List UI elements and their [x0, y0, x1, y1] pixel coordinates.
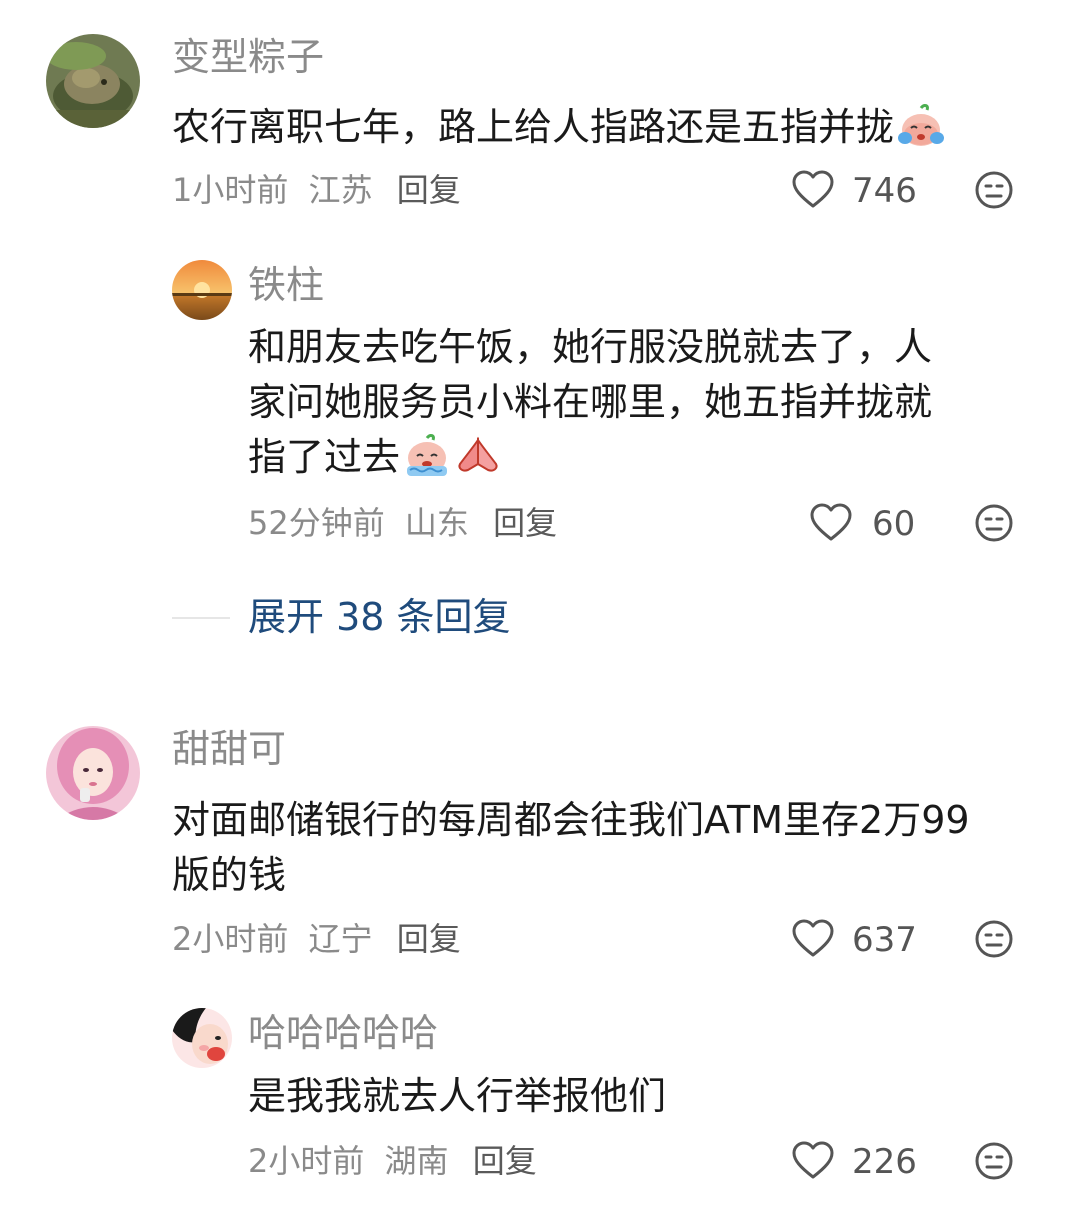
avatar[interactable]: [172, 1008, 232, 1068]
reply-text: 是我我就去人行举报他们: [248, 1074, 667, 1118]
like-count: 226: [852, 1142, 917, 1182]
heart-outline-icon[interactable]: [792, 1141, 834, 1185]
reply-location: 湖南: [384, 1142, 449, 1180]
reply-button[interactable]: 回复: [493, 504, 557, 542]
comment-time: 2小时前: [172, 920, 289, 958]
reply-button[interactable]: 回复: [473, 1142, 537, 1180]
neutral-face-icon[interactable]: [974, 919, 1014, 963]
comment-text-line: 版的钱: [172, 853, 287, 897]
username[interactable]: 变型粽子: [172, 38, 324, 76]
reply-meta: 52分钟前 山东 回复: [248, 507, 557, 539]
comment-text: 对面邮储银行的每周都会往我们ATM里存2万99 版的钱: [172, 793, 970, 903]
neutral-face-icon[interactable]: [974, 1141, 1014, 1185]
heart-outline-icon[interactable]: [792, 170, 834, 214]
expand-divider: [172, 617, 230, 619]
reply-time: 2小时前: [248, 1142, 365, 1180]
reply-text-line: 和朋友去吃午饭，她行服没脱就去了，人: [248, 325, 933, 369]
username[interactable]: 哈哈哈哈哈: [248, 1014, 438, 1052]
praying-hands-emoji-icon: [454, 434, 502, 493]
sobbing-peach-emoji-icon: [402, 434, 452, 493]
comment-text-body: 农行离职七年，路上给人指路还是五指并拢: [172, 105, 895, 149]
username[interactable]: 铁柱: [248, 266, 324, 304]
like-count: 60: [872, 504, 916, 544]
username[interactable]: 甜甜可: [172, 730, 286, 768]
neutral-face-icon[interactable]: [974, 503, 1014, 547]
reply-meta: 2小时前 湖南 回复: [248, 1145, 537, 1177]
reply-text-line: 家问她服务员小料在哪里，她五指并拢就: [248, 380, 933, 424]
comment-time: 1小时前: [172, 171, 289, 209]
neutral-face-icon[interactable]: [974, 170, 1014, 214]
comment-text: 农行离职七年，路上给人指路还是五指并拢: [172, 100, 946, 163]
heart-outline-icon[interactable]: [810, 503, 852, 547]
like-count: 746: [852, 171, 917, 211]
reply-button[interactable]: 回复: [397, 920, 461, 958]
heart-outline-icon[interactable]: [792, 919, 834, 963]
reply-button[interactable]: 回复: [397, 171, 461, 209]
comment-meta: 1小时前 江苏 回复: [172, 174, 461, 206]
expand-replies-button[interactable]: 展开 38 条回复: [248, 598, 511, 636]
reply-location: 山东: [404, 504, 469, 542]
comment-meta: 2小时前 辽宁 回复: [172, 923, 461, 955]
avatar[interactable]: [46, 726, 140, 820]
crying-peach-emoji-icon: [896, 104, 946, 163]
avatar[interactable]: [46, 34, 140, 128]
reply-text: 和朋友去吃午饭，她行服没脱就去了，人 家问她服务员小料在哪里，她五指并拢就 指了…: [248, 320, 932, 493]
reply-time: 52分钟前: [248, 504, 385, 542]
avatar[interactable]: [172, 260, 232, 320]
reply-text-line-with-emoji: 指了过去: [248, 430, 932, 493]
comment-location: 辽宁: [308, 920, 373, 958]
comment-text-line: 对面邮储银行的每周都会往我们ATM里存2万99: [172, 798, 970, 842]
comment-location: 江苏: [308, 171, 373, 209]
like-count: 637: [852, 920, 917, 960]
